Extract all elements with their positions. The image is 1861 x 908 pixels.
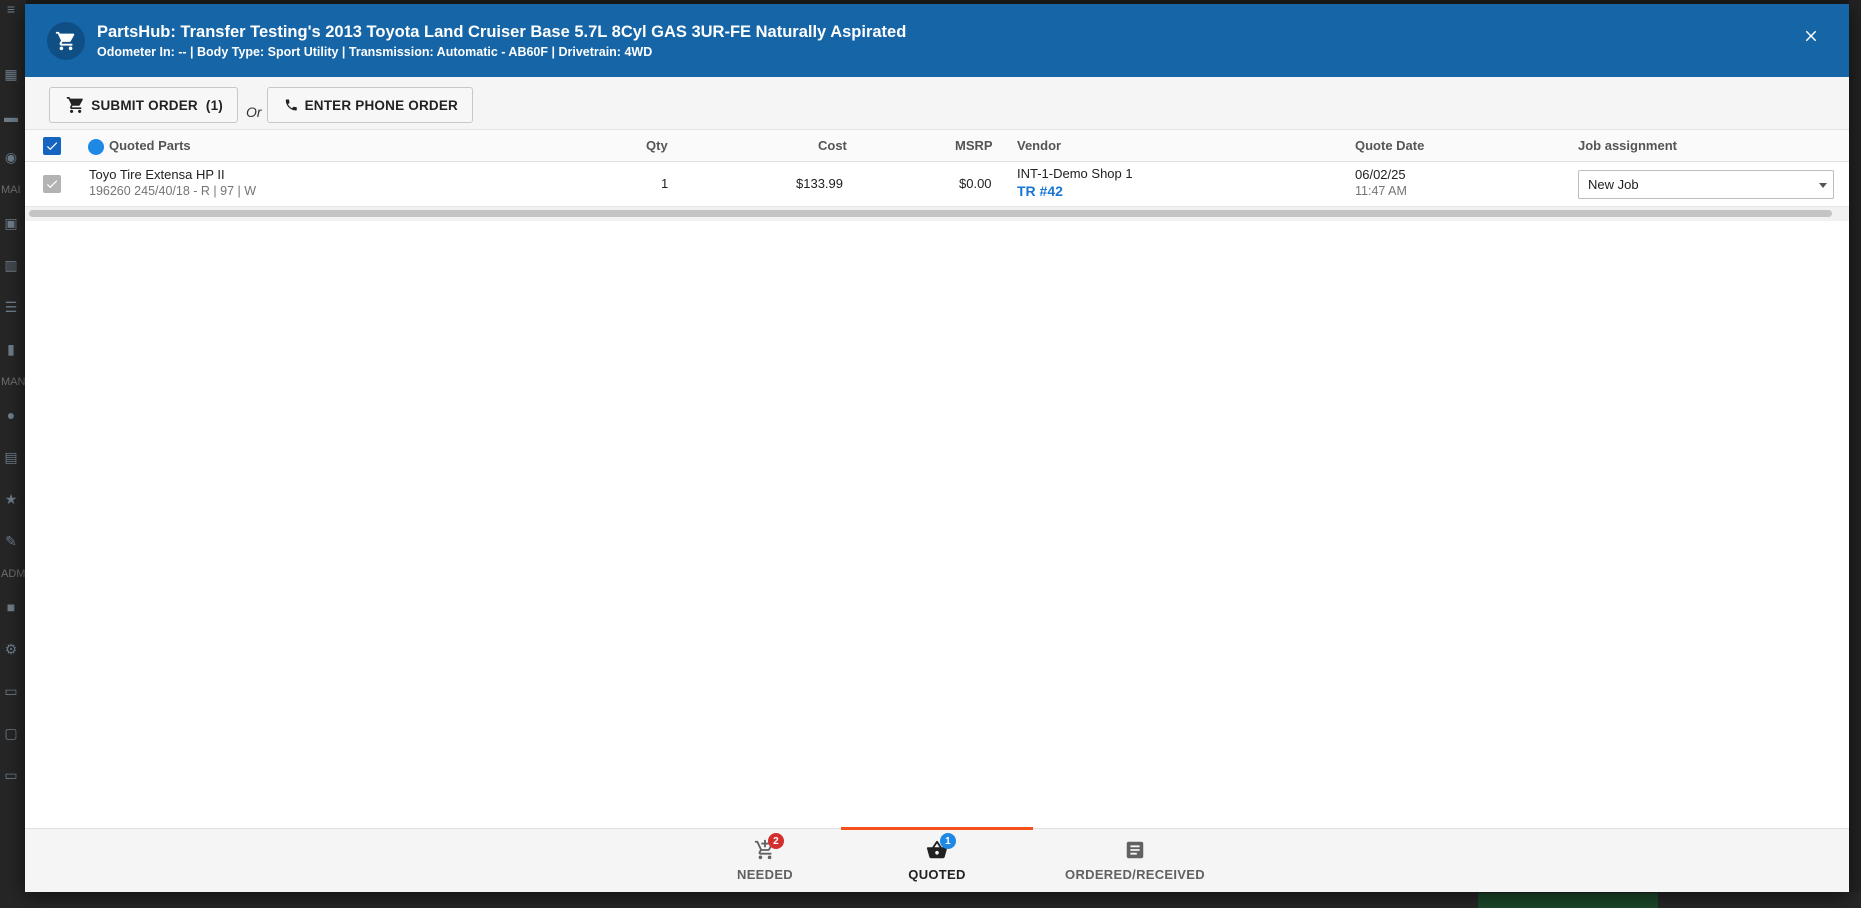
background-sidebar: ≡ ▦ ▬ ◉ MAI ▣ ▥ ☰ ▮ MAN ● ▤ ★ ✎ ADM ■ ⚙ … (0, 0, 26, 908)
basket-icon: 1 (926, 833, 956, 861)
cart-plus-icon: 2 (754, 833, 784, 861)
dialog-toolbar: SUBMIT ORDER (1) Or ENTER PHONE ORDER (25, 77, 1849, 130)
sidebar-section-label: MAI (1, 184, 21, 196)
tab-quoted-label: QUOTED (908, 867, 966, 882)
submit-order-button[interactable]: SUBMIT ORDER (1) (49, 87, 238, 123)
job-assignment-select[interactable]: New Job (1578, 170, 1834, 199)
dialog-title: PartsHub: Transfer Testing's 2013 Toyota… (97, 23, 907, 41)
table-row[interactable]: Toyo Tire Extensa HP II 196260 245/40/18… (25, 162, 1849, 207)
needed-count-badge: 2 (768, 833, 784, 849)
tab-needed-label: NEEDED (737, 867, 793, 882)
tab-needed[interactable]: 2 NEEDED (685, 829, 845, 893)
shopping-cart-icon (47, 22, 85, 60)
edit-icon[interactable]: ✎ (3, 534, 19, 548)
menu-icon[interactable]: ≡ (3, 2, 19, 16)
column-header-job[interactable]: Job assignment (1578, 138, 1677, 153)
enter-phone-order-button[interactable]: ENTER PHONE ORDER (267, 87, 473, 123)
list-icon[interactable]: ☰ (3, 300, 19, 314)
money-icon[interactable]: ▭ (3, 684, 19, 698)
partshub-dialog: PartsHub: Transfer Testing's 2013 Toyota… (25, 4, 1849, 892)
column-header-part[interactable]: Quoted Parts (109, 138, 191, 153)
or-separator: Or (246, 104, 262, 120)
people-icon[interactable]: ● (3, 408, 19, 422)
part-msrp: $0.00 (959, 176, 992, 191)
part-cost: $133.99 (796, 176, 843, 191)
horizontal-scrollbar-thumb[interactable] (29, 210, 1832, 217)
credit-card-icon[interactable]: ▭ (3, 768, 19, 782)
list-icon (1124, 839, 1146, 861)
folder-icon[interactable]: ■ (3, 600, 19, 614)
bar-chart-icon[interactable]: ▮ (3, 342, 19, 356)
store-icon[interactable]: ▤ (3, 450, 19, 464)
sidebar-section-label: ADM (1, 568, 26, 580)
horizontal-scrollbar-track[interactable] (25, 207, 1849, 221)
compass-icon[interactable]: ◉ (3, 150, 19, 164)
column-header-quote-date[interactable]: Quote Date (1355, 138, 1424, 153)
sidebar-section-label: MAN (1, 376, 26, 388)
status-dot-icon (88, 139, 104, 155)
quote-date: 06/02/25 (1355, 167, 1406, 182)
row-checkbox[interactable] (43, 175, 61, 193)
enter-phone-order-label: ENTER PHONE ORDER (304, 97, 458, 113)
vehicle-details: Odometer In: -- | Body Type: Sport Utili… (97, 45, 653, 59)
part-name: Toyo Tire Extensa HP II (89, 167, 225, 182)
calendar-icon[interactable]: ▣ (3, 216, 19, 230)
table-header: Quoted Parts Qty Cost MSRP Vendor Quote … (25, 130, 1849, 162)
vendor-name: INT-1-Demo Shop 1 (1017, 166, 1133, 181)
tab-quoted[interactable]: 1 QUOTED (841, 827, 1033, 893)
column-header-msrp[interactable]: MSRP (955, 138, 993, 153)
column-header-qty[interactable]: Qty (646, 138, 668, 153)
building-icon[interactable]: ▥ (3, 258, 19, 272)
quoted-count-badge: 1 (940, 833, 956, 849)
dialog-header: PartsHub: Transfer Testing's 2013 Toyota… (25, 4, 1849, 77)
dropdown-caret-icon (1819, 183, 1827, 188)
car-icon[interactable]: ▬ (3, 110, 19, 124)
submit-order-label: SUBMIT ORDER (91, 97, 198, 113)
dashboard-icon[interactable]: ▦ (3, 67, 19, 81)
part-qty: 1 (661, 176, 669, 191)
gear-icon[interactable]: ⚙ (3, 642, 19, 656)
active-tab-indicator (841, 827, 1033, 830)
star-icon[interactable]: ★ (3, 492, 19, 506)
select-all-checkbox[interactable] (43, 137, 61, 155)
column-header-cost[interactable]: Cost (818, 138, 847, 153)
tab-ordered-received-label: ORDERED/RECEIVED (1065, 867, 1205, 882)
job-assignment-value: New Job (1588, 177, 1639, 192)
quote-time: 11:47 AM (1355, 184, 1407, 198)
bottom-navigation: 2 NEEDED 1 QUOTED ORDERED/RECEIVED (25, 827, 1849, 893)
background-action-button (1478, 893, 1658, 908)
background-right-edge (1849, 0, 1861, 908)
cart-icon (66, 96, 83, 114)
table-empty-area (25, 221, 1849, 828)
column-header-vendor[interactable]: Vendor (1017, 138, 1061, 153)
calendar-clock-icon[interactable]: ▢ (3, 726, 19, 740)
quoted-parts-table: Quoted Parts Qty Cost MSRP Vendor Quote … (25, 130, 1849, 221)
part-detail: 196260 245/40/18 - R | 97 | W (89, 184, 257, 198)
tab-ordered-received[interactable]: ORDERED/RECEIVED (1045, 829, 1225, 893)
submit-order-count: (1) (205, 97, 223, 113)
phone-icon (285, 99, 297, 111)
close-icon[interactable] (1799, 24, 1823, 48)
vendor-reference-link[interactable]: TR #42 (1017, 183, 1063, 199)
